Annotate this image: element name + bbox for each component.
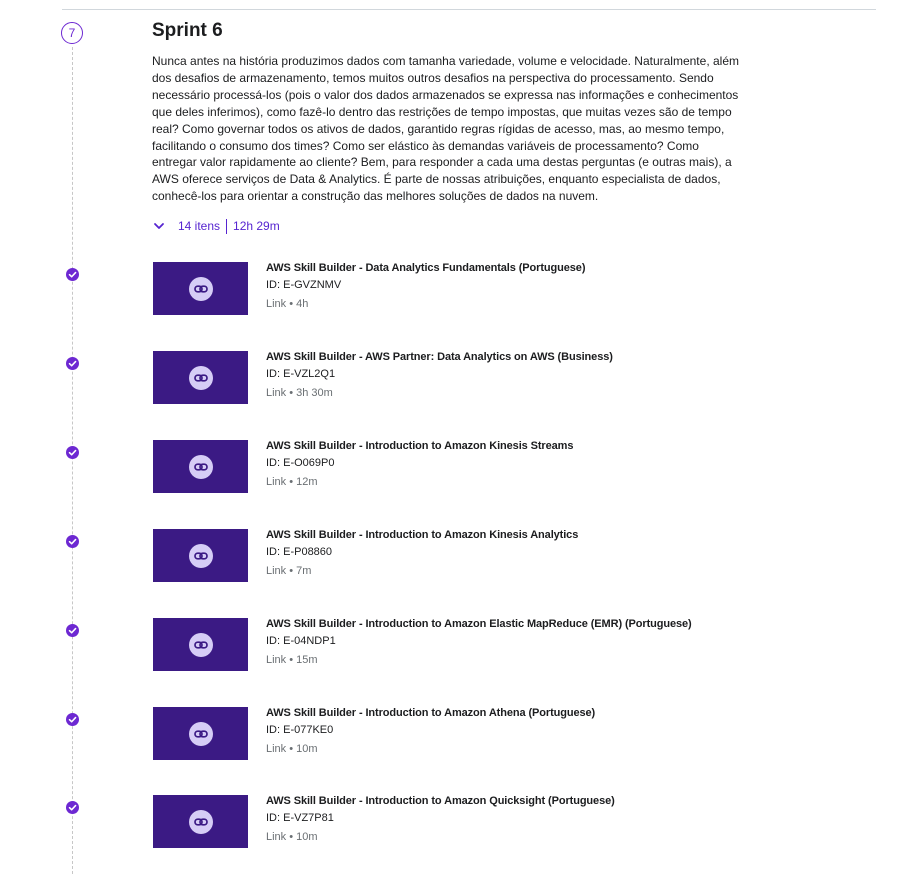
- section-duration: 12h 29m: [233, 219, 280, 233]
- item-title[interactable]: AWS Skill Builder - Introduction to Amaz…: [266, 529, 578, 541]
- item-meta: Link • 15m: [266, 654, 318, 666]
- item-title[interactable]: AWS Skill Builder - Data Analytics Funda…: [266, 262, 585, 274]
- content-item: AWS Skill Builder - Introduction to Amaz…: [0, 795, 901, 861]
- item-meta: Link • 4h: [266, 298, 309, 310]
- link-badge: [188, 365, 213, 390]
- item-thumbnail[interactable]: [153, 440, 248, 493]
- content-item: AWS Skill Builder - Introduction to Amaz…: [0, 707, 901, 773]
- item-thumbnail[interactable]: [153, 618, 248, 671]
- content-item: AWS Skill Builder - Introduction to Amaz…: [0, 529, 901, 595]
- check-circle-icon: [66, 801, 79, 814]
- content-item: AWS Skill Builder - Introduction to Amaz…: [0, 618, 901, 684]
- item-meta: Link • 10m: [266, 831, 318, 843]
- link-icon: [193, 729, 208, 738]
- check-circle-icon: [66, 357, 79, 370]
- link-badge: [188, 276, 213, 301]
- item-id: ID: E-04NDP1: [266, 635, 336, 647]
- item-id: ID: E-VZ7P81: [266, 812, 334, 824]
- item-thumbnail[interactable]: [153, 795, 248, 848]
- content-item: AWS Skill Builder - Data Analytics Funda…: [0, 262, 901, 328]
- check-circle-icon: [66, 446, 79, 459]
- item-id: ID: E-VZL2Q1: [266, 368, 336, 380]
- link-icon: [193, 284, 208, 293]
- item-thumbnail[interactable]: [153, 351, 248, 404]
- item-meta: Link • 3h 30m: [266, 387, 333, 399]
- item-title[interactable]: AWS Skill Builder - AWS Partner: Data An…: [266, 351, 613, 363]
- item-thumbnail[interactable]: [153, 262, 248, 315]
- link-badge: [188, 454, 213, 479]
- item-id: ID: E-077KE0: [266, 724, 334, 736]
- item-title[interactable]: AWS Skill Builder - Introduction to Amaz…: [266, 440, 573, 452]
- item-id: ID: E-GVZNMV: [266, 279, 342, 291]
- item-thumbnail[interactable]: [153, 529, 248, 582]
- item-thumbnail[interactable]: [153, 707, 248, 760]
- item-meta: Link • 10m: [266, 743, 318, 755]
- item-meta: Link • 12m: [266, 476, 318, 488]
- item-id: ID: E-O069P0: [266, 457, 335, 469]
- link-icon: [193, 462, 208, 471]
- chevron-down-icon: [154, 223, 164, 229]
- link-badge: [188, 809, 213, 834]
- item-id: ID: E-P08860: [266, 546, 333, 558]
- expand-items-toggle[interactable]: 14 itens 12h 29m: [152, 216, 280, 236]
- meta-divider: [226, 218, 228, 234]
- item-meta: Link • 7m: [266, 565, 312, 577]
- check-circle-icon: [66, 713, 79, 726]
- item-title[interactable]: AWS Skill Builder - Introduction to Amaz…: [266, 618, 692, 630]
- content-item: AWS Skill Builder - Introduction to Amaz…: [0, 440, 901, 506]
- check-circle-icon: [66, 535, 79, 548]
- link-icon: [193, 817, 208, 826]
- section-description: Nunca antes na história produzimos dados…: [152, 54, 739, 204]
- link-badge: [188, 721, 213, 746]
- content-item: AWS Skill Builder - AWS Partner: Data An…: [0, 351, 901, 417]
- item-title[interactable]: AWS Skill Builder - Introduction to Amaz…: [266, 795, 615, 807]
- section-title: Sprint 6: [152, 20, 223, 41]
- link-badge: [188, 543, 213, 568]
- item-title[interactable]: AWS Skill Builder - Introduction to Amaz…: [266, 707, 595, 719]
- items-count: 14 itens: [178, 219, 221, 233]
- check-circle-icon: [66, 268, 79, 281]
- check-circle-icon: [66, 624, 79, 637]
- link-badge: [188, 632, 213, 657]
- link-icon: [193, 640, 208, 649]
- step-number-badge: 7: [61, 22, 83, 44]
- section-divider: [62, 9, 876, 10]
- link-icon: [193, 373, 208, 382]
- link-icon: [193, 551, 208, 560]
